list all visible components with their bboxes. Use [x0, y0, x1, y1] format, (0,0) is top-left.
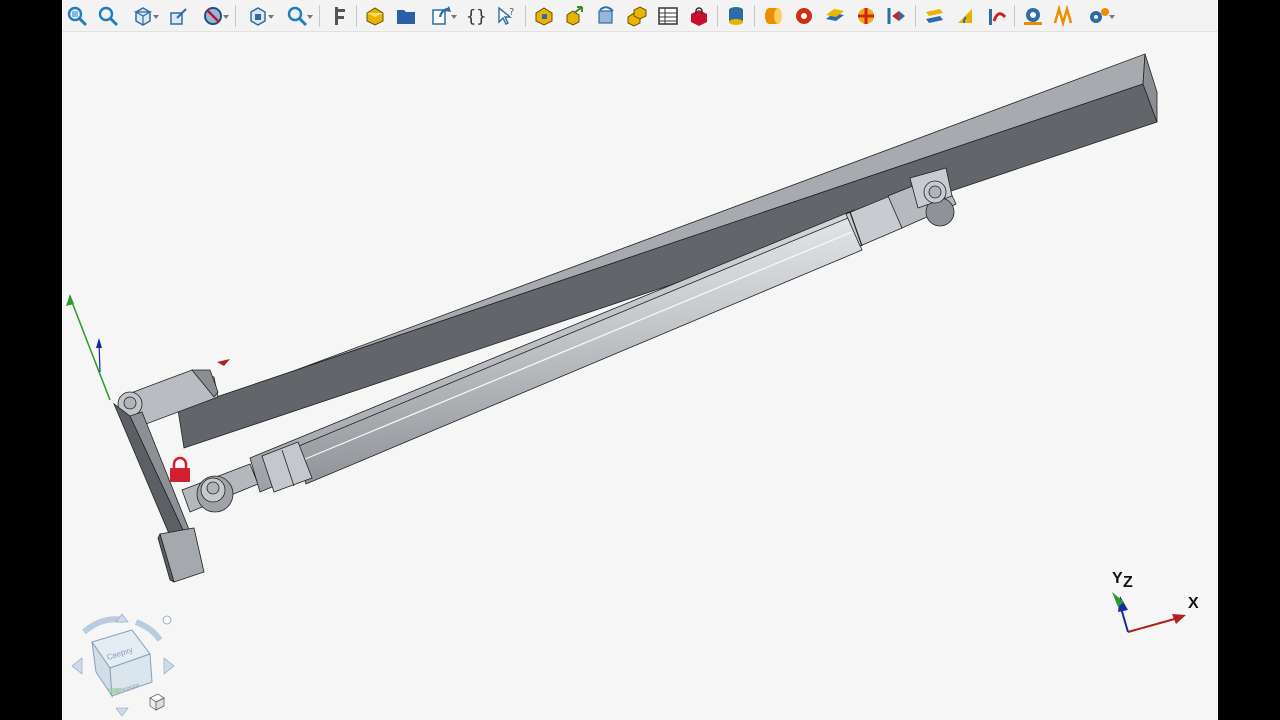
- mount-pin-hole: [206, 481, 220, 495]
- mate-angle-button[interactable]: [952, 3, 978, 29]
- gear-mate-button[interactable]: [1020, 3, 1046, 29]
- assembly-icon: [627, 5, 647, 27]
- red-marker: [217, 359, 230, 366]
- svg-text:?: ?: [509, 7, 514, 18]
- normal-to-icon: [170, 7, 187, 25]
- component-button[interactable]: [531, 3, 557, 29]
- lower-mount-bracket[interactable]: [181, 463, 259, 513]
- zoom-window-button[interactable]: [95, 3, 121, 29]
- beam-top-face: [177, 53, 1146, 411]
- measure-caliper-icon: [335, 6, 345, 25]
- mate-parallel-button[interactable]: [921, 3, 947, 29]
- mate-distance-icon: [887, 7, 905, 24]
- help-pointer-button[interactable]: ?: [494, 3, 520, 29]
- mate-cylinder-icon: [765, 7, 782, 24]
- table-icon: [658, 6, 678, 25]
- toolbar-separator: [525, 4, 526, 27]
- view-right-arrow[interactable]: [163, 657, 175, 675]
- rotate-right-arrow[interactable]: [134, 619, 163, 642]
- view-orientation-button[interactable]: [126, 3, 160, 29]
- move-component-icon: [566, 5, 583, 26]
- view-left-arrow[interactable]: [71, 657, 83, 675]
- triad-z-label: Z: [1123, 574, 1133, 591]
- spring-button[interactable]: [1051, 3, 1077, 29]
- zoom-options-button[interactable]: [280, 3, 314, 29]
- mate-rotation-button[interactable]: [983, 3, 1009, 29]
- constraint-lock-button[interactable]: [686, 3, 712, 29]
- toolbar-separator: [754, 4, 755, 27]
- mate-fixed-button[interactable]: [791, 3, 817, 29]
- mate-cylinder-button[interactable]: [760, 3, 786, 29]
- toolbar-separator: [235, 4, 236, 27]
- part-icon: [366, 6, 384, 26]
- 3d-viewport[interactable]: Сверху Спереди Y Z X: [62, 32, 1218, 720]
- scene-origin-axes: [66, 294, 111, 401]
- section-view-icon: [250, 6, 266, 26]
- gear-mate-icon: [1024, 7, 1042, 25]
- mate-parallel-icon: [926, 8, 943, 23]
- svg-text:{}: {}: [466, 7, 486, 27]
- zoom-window-icon: [98, 6, 119, 26]
- triad-x-label: X: [1188, 595, 1199, 612]
- section-view-button[interactable]: [241, 3, 275, 29]
- hinge-pin-hole: [123, 396, 137, 410]
- folder-button[interactable]: [393, 3, 419, 29]
- zoom-fit-icon: [67, 6, 88, 26]
- mate-plane-icon: [826, 8, 844, 21]
- mate-plane-button[interactable]: [822, 3, 848, 29]
- export-button[interactable]: [424, 3, 458, 29]
- main-toolbar: {}?: [62, 0, 1218, 32]
- component-icon: [535, 6, 553, 26]
- toolbar-separator: [915, 4, 916, 27]
- home-view-icon[interactable]: [149, 693, 165, 711]
- help-pointer-icon: ?: [498, 6, 514, 25]
- view-orientation-icon: [133, 6, 153, 26]
- database-icon: [729, 6, 743, 25]
- toolbar-separator: [1014, 4, 1015, 27]
- view-cube[interactable]: Сверху Спереди: [71, 613, 175, 717]
- mate-fixed-icon: [796, 7, 812, 24]
- coordinate-triad: [1112, 592, 1186, 633]
- assembly-button[interactable]: [624, 3, 650, 29]
- mate-point-icon: [858, 7, 874, 24]
- spring-icon: [1053, 4, 1073, 27]
- toolbar-separator: [319, 4, 320, 27]
- upper-beam[interactable]: [177, 53, 1158, 449]
- triad-y-label: Y: [1112, 570, 1123, 587]
- export-icon: [432, 5, 451, 25]
- mate-rotation-icon: [989, 8, 1007, 25]
- variables-braces-button[interactable]: {}: [463, 3, 489, 29]
- view-down-arrow[interactable]: [115, 707, 129, 717]
- table-button[interactable]: [655, 3, 681, 29]
- settings-gears-icon: [1090, 7, 1109, 23]
- scene-canvas[interactable]: Сверху Спереди: [62, 32, 1218, 720]
- normal-to-button[interactable]: [165, 3, 191, 29]
- post-base-block: [159, 527, 205, 583]
- zoom-fit-button[interactable]: [64, 3, 90, 29]
- settings-gears-button[interactable]: [1082, 3, 1116, 29]
- mate-distance-button[interactable]: [884, 3, 910, 29]
- display-mode-button[interactable]: [196, 3, 230, 29]
- display-mode-icon: [204, 6, 222, 25]
- measure-caliper-button[interactable]: [325, 3, 351, 29]
- toolbar-separator: [356, 4, 357, 27]
- mate-point-button[interactable]: [853, 3, 879, 29]
- fixed-lock-icon[interactable]: [170, 456, 190, 482]
- hydraulic-cylinder[interactable]: [249, 167, 957, 493]
- toolbar-separator: [717, 4, 718, 27]
- move-component-button[interactable]: [562, 3, 588, 29]
- rotate-component-icon: [598, 5, 614, 24]
- rotate-component-button[interactable]: [593, 3, 619, 29]
- beam-side-face: [177, 83, 1158, 449]
- database-button[interactable]: [723, 3, 749, 29]
- constraint-lock-icon: [691, 6, 707, 26]
- folder-icon: [397, 9, 415, 24]
- part-button[interactable]: [362, 3, 388, 29]
- mate-angle-icon: [958, 8, 972, 23]
- zoom-options-icon: [287, 6, 308, 26]
- variables-braces-icon: {}: [466, 7, 486, 27]
- cad-application-window: {}? Сверху Спереди Y Z X: [62, 0, 1218, 720]
- view-cube-menu-icon[interactable]: [162, 615, 172, 625]
